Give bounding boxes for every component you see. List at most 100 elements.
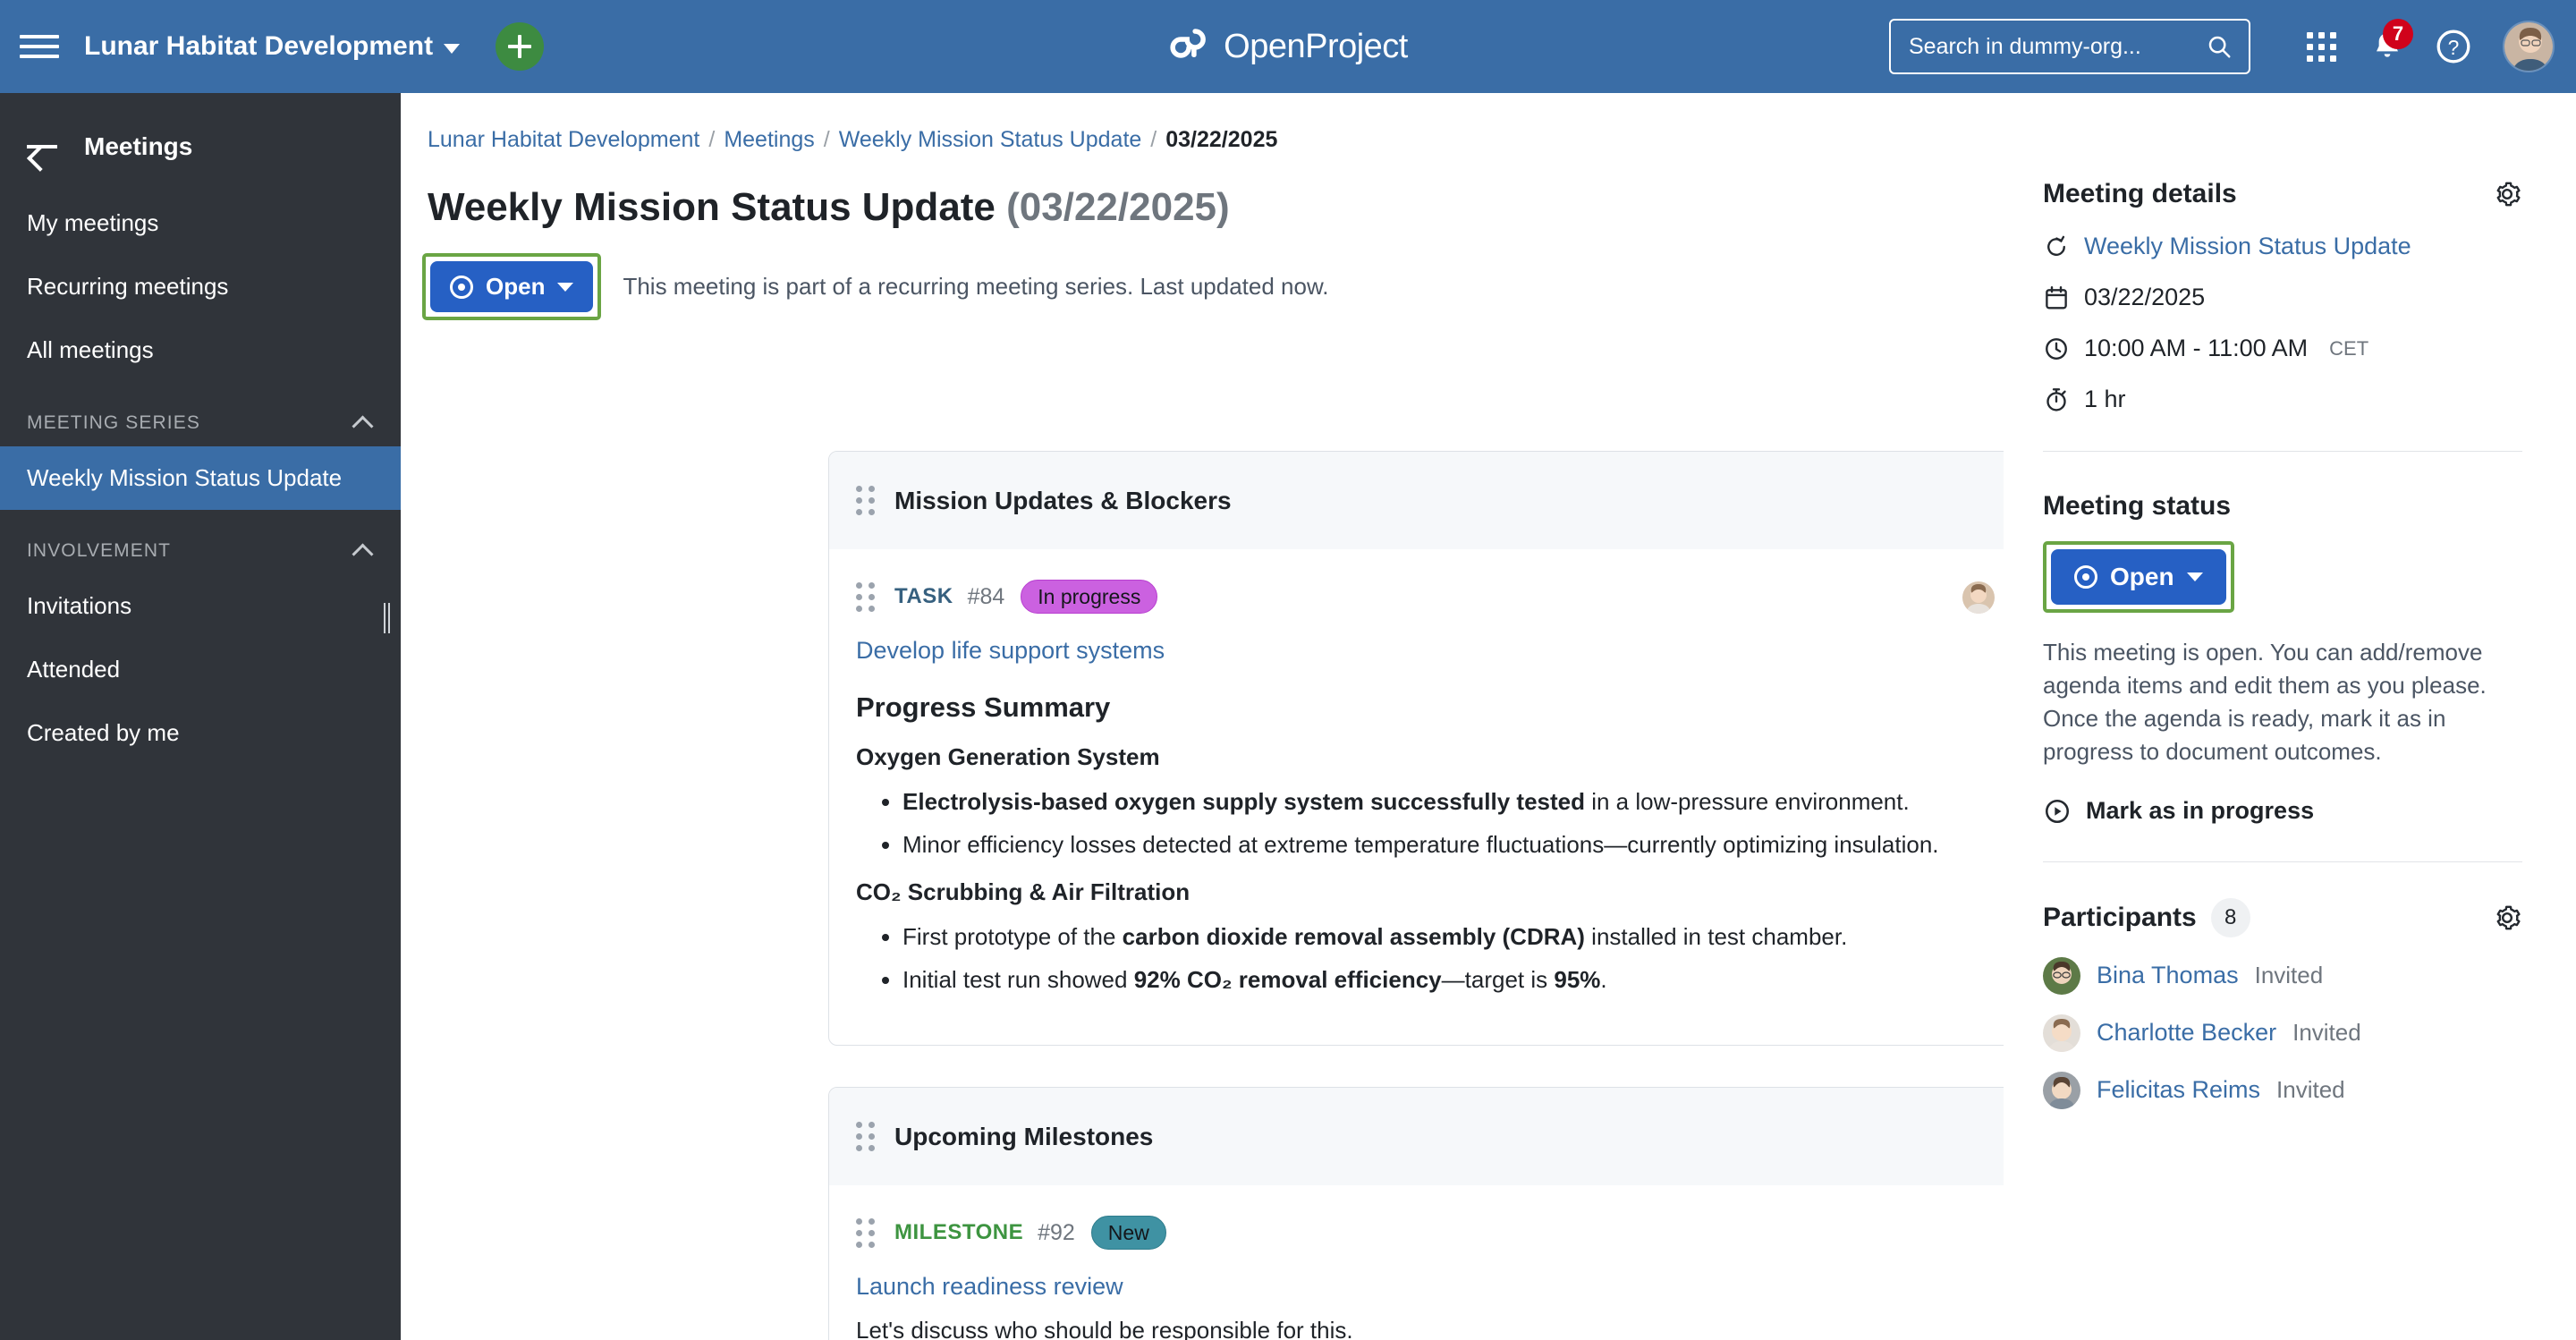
status-button-highlight: Open <box>2043 541 2234 613</box>
drag-handle-icon[interactable] <box>856 1122 875 1151</box>
mark-as-in-progress-label: Mark as in progress <box>2086 797 2315 825</box>
panel-meeting-status-label: Open <box>2110 563 2174 590</box>
project-selector[interactable]: Lunar Habitat Development <box>84 31 461 62</box>
chevron-down-icon <box>444 43 461 54</box>
sidebar-item-all-meetings[interactable]: All meetings <box>0 318 401 382</box>
breadcrumb-separator: / <box>823 127 830 152</box>
hamburger-menu-icon[interactable] <box>20 31 59 62</box>
bullet-text: Minor efficiency losses detected at extr… <box>902 830 1939 858</box>
work-package-type: TASK <box>894 584 953 608</box>
meeting-status-button-wrap: Open <box>2043 541 2522 613</box>
sidebar-section-label: MEETING SERIES <box>27 412 200 433</box>
agenda-section-title: Upcoming Milestones <box>894 1122 1154 1150</box>
participants-title-row: Participants 8 <box>2043 897 2250 937</box>
search-input[interactable]: Search in dummy-org... <box>1889 19 2250 74</box>
search-placeholder: Search in dummy-org... <box>1909 33 2141 59</box>
meeting-duration: 1 hr <box>2084 386 2126 412</box>
bullet-text: —target is <box>1441 965 1555 993</box>
sidebar-item-invitations[interactable]: Invitations <box>0 574 401 638</box>
meeting-date: 03/22/2025 <box>2084 284 2206 310</box>
sidebar-item-created-by-me[interactable]: Created by me <box>0 701 401 765</box>
bullet-text: Initial test run showed <box>902 965 1134 993</box>
project-name: Lunar Habitat Development <box>84 31 434 61</box>
breadcrumb-item-meetings[interactable]: Meetings <box>724 127 814 153</box>
avatar <box>2043 1013 2080 1052</box>
bullet-text: First prototype of the <box>902 923 1123 950</box>
sidebar-section-involvement[interactable]: INVOLVEMENT <box>0 510 401 574</box>
meeting-date-row: 03/22/2025 <box>2043 284 2522 311</box>
question-mark-icon: ? <box>2436 30 2470 64</box>
avatar-image <box>2504 22 2553 71</box>
meeting-series-link[interactable]: Weekly Mission Status Update <box>2084 233 2411 260</box>
avatar <box>2043 956 2080 995</box>
agenda-section-title: Mission Updates & Blockers <box>894 486 1232 514</box>
avatar <box>1962 581 1996 614</box>
panel-meeting-status-open-button[interactable]: Open <box>2051 549 2226 605</box>
participant-state: Invited <box>2292 1019 2361 1047</box>
bullet-bold-text: Electrolysis-based oxygen supply system … <box>902 788 1585 815</box>
bullet-text: in a low-pressure environment. <box>1585 788 1910 815</box>
arrow-left-icon[interactable] <box>27 134 57 159</box>
drag-handle-icon[interactable] <box>856 1217 875 1248</box>
status-button-highlight: Open <box>422 253 602 320</box>
openproject-mark-icon <box>1170 29 1206 58</box>
sidebar-section-label: INVOLVEMENT <box>27 540 172 561</box>
chevron-down-icon <box>557 282 574 292</box>
meeting-timezone: CET <box>2329 336 2369 360</box>
meeting-details-header: Meeting details <box>2043 93 2522 209</box>
sidebar-resize-handle[interactable] <box>384 603 391 633</box>
right-panel: Meeting details Weekly Mission Status Up… <box>2004 93 2576 1340</box>
meeting-status-open-label: Open <box>486 273 546 300</box>
drag-handle-icon[interactable] <box>856 581 875 612</box>
avatar-image <box>2043 956 2080 995</box>
participant-row: Bina Thomas Invited <box>2043 956 2522 995</box>
notifications-button[interactable]: 7 <box>2354 13 2420 80</box>
add-button[interactable] <box>496 22 545 71</box>
meeting-status-heading: Meeting status <box>2043 491 2232 521</box>
brand-name: OpenProject <box>1224 27 1408 65</box>
participants-count-badge: 8 <box>2210 897 2250 937</box>
sidebar-item-attended[interactable]: Attended <box>0 638 401 701</box>
participant-name-link[interactable]: Charlotte Becker <box>2097 1019 2276 1047</box>
bullet-tail: . <box>1600 965 1607 993</box>
participant-row: Felicitas Reims Invited <box>2043 1071 2522 1109</box>
breadcrumb-item-project[interactable]: Lunar Habitat Development <box>428 127 699 153</box>
sidebar-title: Meetings <box>84 132 193 160</box>
help-button[interactable]: ? <box>2420 13 2487 80</box>
left-sidebar: Meetings My meetings Recurring meetings … <box>0 93 401 1340</box>
drag-handle-icon[interactable] <box>856 486 875 515</box>
participant-row: Charlotte Becker Invited <box>2043 1013 2522 1052</box>
sidebar-item-weekly-mission-status-update[interactable]: Weekly Mission Status Update <box>0 446 401 510</box>
work-package-type: MILESTONE <box>894 1220 1024 1244</box>
mark-as-in-progress-button[interactable]: Mark as in progress <box>2043 797 2522 826</box>
search-icon <box>2208 36 2231 58</box>
grid-apps-icon <box>2306 31 2336 62</box>
participant-name-link[interactable]: Bina Thomas <box>2097 962 2239 989</box>
gear-icon[interactable] <box>2492 179 2522 209</box>
status-badge: In progress <box>1021 580 1158 614</box>
recurring-icon <box>2047 235 2065 256</box>
gear-icon[interactable] <box>2492 903 2522 933</box>
meeting-status-header: Meeting status <box>2043 452 2522 522</box>
bullet-text: installed in test chamber. <box>1584 923 1848 950</box>
bullet-bold-text: carbon dioxide removal assembly (CDRA) <box>1122 923 1585 950</box>
participants-heading: Participants <box>2043 902 2197 932</box>
participant-name-link[interactable]: Felicitas Reims <box>2097 1076 2260 1104</box>
breadcrumb-item-series[interactable]: Weekly Mission Status Update <box>839 127 1142 153</box>
work-package-id: #84 <box>967 583 1005 609</box>
modules-button[interactable] <box>2288 13 2354 80</box>
meeting-status-open-button[interactable]: Open <box>430 261 594 312</box>
clock-icon <box>2046 337 2067 360</box>
user-avatar[interactable] <box>2503 21 2555 72</box>
sidebar-section-meeting-series[interactable]: MEETING SERIES <box>0 382 401 446</box>
sidebar-item-recurring-meetings[interactable]: Recurring meetings <box>0 255 401 318</box>
meeting-time: 10:00 AM - 11:00 AM <box>2084 335 2309 361</box>
stopwatch-icon <box>2046 387 2066 411</box>
open-circle-icon <box>450 275 473 299</box>
avatar <box>2043 1071 2080 1109</box>
bullet-bold-text: 92% CO₂ removal efficiency <box>1133 965 1442 993</box>
breadcrumb-separator: / <box>708 127 716 152</box>
avatar-image <box>2043 1013 2080 1052</box>
sidebar-item-my-meetings[interactable]: My meetings <box>0 191 401 255</box>
meeting-series-note: This meeting is part of a recurring meet… <box>623 273 1329 300</box>
